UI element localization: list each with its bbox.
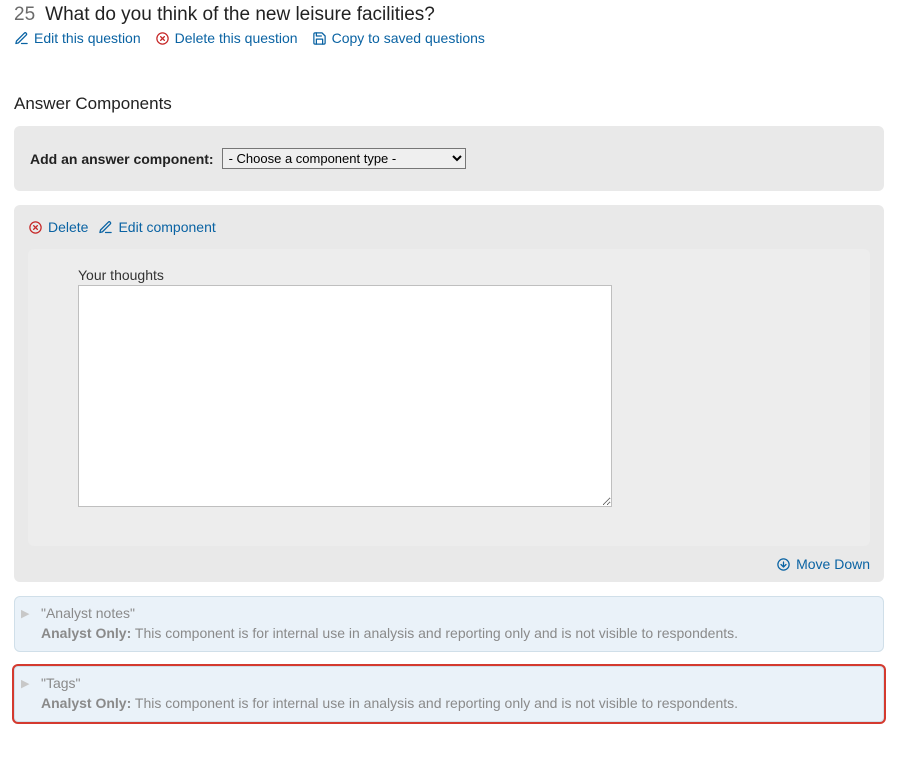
add-component-label: Add an answer component: [30, 151, 214, 167]
save-icon [312, 31, 327, 46]
question-title: What do you think of the new leisure fac… [45, 4, 435, 26]
move-down-link[interactable]: Move Down [776, 556, 870, 572]
thoughts-field-label: Your thoughts [78, 267, 836, 283]
analyst-content: "Tags" Analyst Only: This component is f… [41, 675, 871, 711]
move-down-label: Move Down [796, 556, 870, 572]
analyst-card-tags[interactable]: ▶ "Tags" Analyst Only: This component is… [14, 666, 884, 722]
close-circle-icon [28, 220, 43, 235]
add-component-panel: Add an answer component: - Choose a comp… [14, 126, 884, 191]
analyst-only-prefix: Analyst Only: [41, 625, 131, 641]
copy-saved-label: Copy to saved questions [332, 30, 485, 46]
edit-icon [14, 31, 29, 46]
edit-question-label: Edit this question [34, 30, 141, 46]
close-circle-icon [155, 31, 170, 46]
thoughts-textarea[interactable] [78, 285, 612, 507]
answer-components-heading: Answer Components [14, 94, 884, 114]
edit-component-label: Edit component [118, 219, 215, 235]
edit-question-link[interactable]: Edit this question [14, 30, 141, 46]
edit-icon [98, 220, 113, 235]
question-number: 25 [14, 4, 35, 26]
edit-component-link[interactable]: Edit component [98, 219, 215, 235]
question-header: 25 What do you think of the new leisure … [14, 0, 884, 26]
expand-triangle-icon[interactable]: ▶ [21, 677, 29, 690]
expand-triangle-icon[interactable]: ▶ [21, 607, 29, 620]
delete-question-link[interactable]: Delete this question [155, 30, 298, 46]
move-row: Move Down [28, 556, 870, 572]
component-type-select[interactable]: - Choose a component type - [222, 148, 466, 169]
copy-saved-link[interactable]: Copy to saved questions [312, 30, 485, 46]
delete-component-link[interactable]: Delete [28, 219, 88, 235]
delete-component-label: Delete [48, 219, 88, 235]
component-actions: Delete Edit component [28, 219, 870, 235]
analyst-card-notes[interactable]: ▶ "Analyst notes" Analyst Only: This com… [14, 596, 884, 652]
arrow-down-circle-icon [776, 557, 791, 572]
component-inner-panel: Your thoughts [28, 249, 870, 546]
analyst-notes-text: This component is for internal use in an… [135, 625, 738, 641]
component-card-thoughts: Delete Edit component Your thoughts Move… [14, 205, 884, 582]
analyst-tags-text: This component is for internal use in an… [135, 695, 738, 711]
analyst-content: "Analyst notes" Analyst Only: This compo… [41, 605, 871, 641]
question-action-row: Edit this question Delete this question … [14, 30, 884, 46]
analyst-notes-description: Analyst Only: This component is for inte… [41, 625, 871, 641]
analyst-tags-title: "Tags" [41, 675, 871, 691]
analyst-notes-title: "Analyst notes" [41, 605, 871, 621]
analyst-only-prefix: Analyst Only: [41, 695, 131, 711]
delete-question-label: Delete this question [175, 30, 298, 46]
analyst-tags-description: Analyst Only: This component is for inte… [41, 695, 871, 711]
